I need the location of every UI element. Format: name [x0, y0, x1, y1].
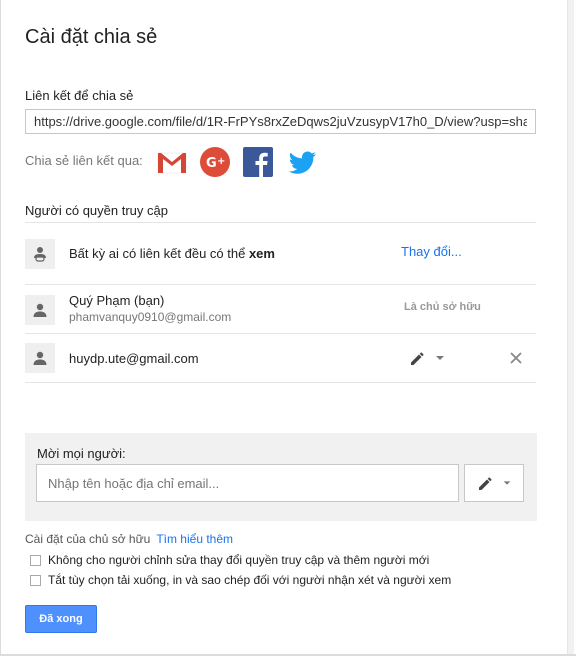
divider	[25, 333, 536, 334]
owner-name: Quý Phạm (bạn)	[69, 293, 165, 308]
google-plus-icon[interactable]: G +	[199, 146, 231, 178]
twitter-icon[interactable]	[286, 146, 318, 178]
share-link-label: Liên kết để chia sẻ	[25, 88, 134, 103]
done-button[interactable]: Đã xong	[25, 605, 97, 633]
pencil-icon	[411, 352, 424, 365]
restrict-editors-label: Không cho người chỉnh sửa thay đổi quyền…	[48, 553, 430, 567]
owner-role: Là chủ sở hữu	[404, 301, 481, 313]
gmail-icon[interactable]	[156, 146, 188, 178]
link-access-level: xem	[248, 246, 275, 261]
svg-text:G: G	[206, 156, 217, 171]
collaborator-person-icon	[25, 343, 55, 373]
link-access-prefix: Bất kỳ ai có liên kết đều có thể	[69, 246, 249, 261]
access-section-label: Người có quyền truy cập	[25, 203, 168, 218]
invite-label: Mời mọi người:	[37, 446, 126, 461]
invite-email-input[interactable]	[36, 464, 459, 502]
chevron-down-icon	[436, 356, 444, 360]
share-link-field[interactable]	[25, 109, 536, 134]
dialog-title: Cài đặt chia sẻ	[25, 26, 158, 48]
chevron-down-icon	[503, 481, 511, 485]
collaborator-permission-dropdown[interactable]	[408, 347, 448, 369]
change-access-link[interactable]: Thay đổi...	[401, 244, 462, 259]
option-disable-download: Tắt tùy chọn tải xuống, in và sao chép đ…	[30, 573, 451, 587]
disable-download-label: Tắt tùy chọn tải xuống, in và sao chép đ…	[48, 573, 452, 587]
option-restrict-editors: Không cho người chỉnh sửa thay đổi quyền…	[30, 553, 429, 567]
divider	[25, 284, 536, 285]
link-person-icon	[25, 239, 55, 269]
dialog-border-left	[0, 0, 1, 656]
divider	[25, 222, 536, 223]
svg-text:+: +	[217, 156, 225, 167]
link-access-text: Bất kỳ ai có liên kết đều có thể xem	[69, 246, 275, 261]
owner-person-icon	[25, 295, 55, 325]
owner-settings-label: Cài đặt của chủ sở hữu	[25, 532, 151, 546]
restrict-editors-checkbox[interactable]	[30, 554, 41, 566]
remove-collaborator-icon[interactable]	[509, 351, 523, 365]
divider	[25, 382, 536, 383]
owner-settings: Cài đặt của chủ sở hữu Tìm hiểu thêm	[25, 532, 233, 546]
learn-more-link[interactable]: Tìm hiểu thêm	[156, 532, 233, 546]
collaborator-email: huydp.ute@gmail.com	[69, 351, 199, 366]
invite-panel: Mời mọi người:	[25, 433, 537, 521]
pencil-icon	[479, 477, 492, 490]
share-via-label: Chia sẻ liên kết qua:	[25, 153, 143, 168]
invite-permission-dropdown[interactable]	[464, 464, 524, 502]
scrollbar[interactable]	[567, 0, 574, 656]
disable-download-checkbox[interactable]	[30, 574, 41, 586]
facebook-icon[interactable]	[242, 146, 274, 178]
owner-email: phamvanquy0910@gmail.com	[69, 310, 232, 324]
